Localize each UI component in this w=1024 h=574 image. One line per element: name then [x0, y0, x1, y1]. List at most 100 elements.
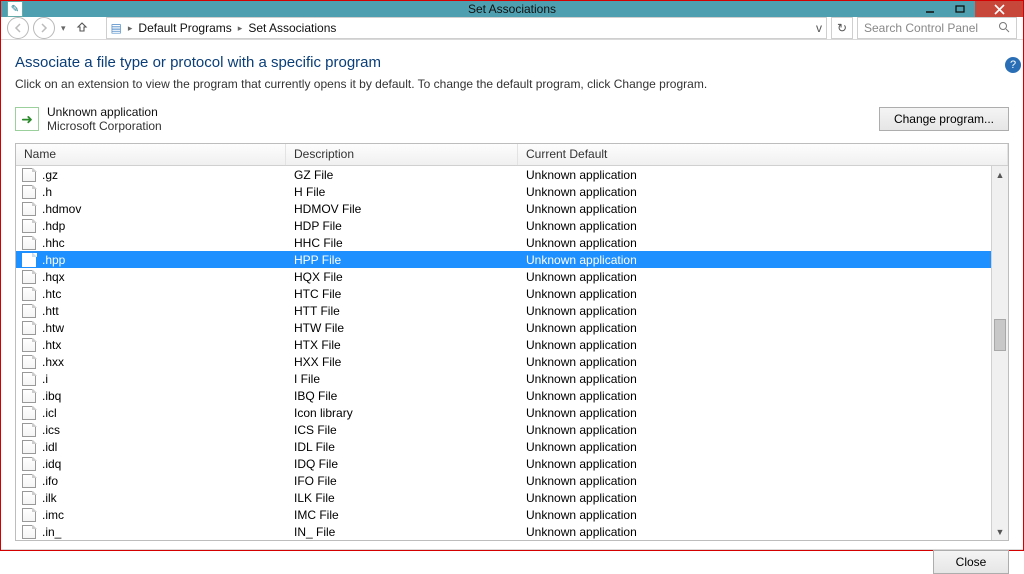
breadcrumb-default-programs[interactable]: Default Programs — [138, 21, 231, 35]
dialog-footer: Close — [1, 549, 1023, 574]
chevron-right-icon: ▸ — [128, 23, 133, 34]
page-content: Associate a file type or protocol with a… — [1, 40, 1023, 549]
history-dropdown-icon[interactable]: ▾ — [61, 23, 66, 34]
maximize-button[interactable] — [945, 1, 975, 17]
breadcrumb-set-associations[interactable]: Set Associations — [248, 21, 336, 35]
change-program-button[interactable]: Change program... — [879, 107, 1009, 131]
row-current-default: Unknown application — [518, 372, 991, 386]
row-description: IBQ File — [286, 389, 518, 403]
file-icon — [22, 355, 36, 369]
row-extension: .idq — [42, 457, 61, 471]
file-icon — [22, 219, 36, 233]
table-row[interactable]: .hdpHDP FileUnknown application — [16, 217, 991, 234]
file-icon — [22, 508, 36, 522]
minimize-button[interactable] — [915, 1, 945, 17]
row-description: HHC File — [286, 236, 518, 250]
scroll-track[interactable] — [992, 183, 1008, 523]
scroll-up-icon[interactable]: ▲ — [992, 166, 1008, 183]
row-current-default: Unknown application — [518, 304, 991, 318]
table-row[interactable]: .idqIDQ FileUnknown application — [16, 455, 991, 472]
file-icon — [22, 525, 36, 539]
page-subtext: Click on an extension to view the progra… — [15, 77, 1009, 91]
file-icon — [22, 491, 36, 505]
window-buttons — [915, 1, 1023, 17]
row-extension: .ilk — [42, 491, 57, 505]
row-description: IN_ File — [286, 525, 518, 539]
row-current-default: Unknown application — [518, 321, 991, 335]
column-description[interactable]: Description — [286, 144, 518, 165]
table-row[interactable]: .hdmovHDMOV FileUnknown application — [16, 200, 991, 217]
row-current-default: Unknown application — [518, 355, 991, 369]
table-row[interactable]: .hxxHXX FileUnknown application — [16, 353, 991, 370]
column-current-default[interactable]: Current Default — [518, 144, 1008, 165]
row-extension: .hhc — [42, 236, 65, 250]
row-current-default: Unknown application — [518, 508, 991, 522]
table-body[interactable]: .gzGZ FileUnknown application.hH FileUnk… — [16, 166, 991, 540]
row-description: HTW File — [286, 321, 518, 335]
table-row[interactable]: .gzGZ FileUnknown application — [16, 166, 991, 183]
row-current-default: Unknown application — [518, 440, 991, 454]
associations-table: Name Description Current Default .gzGZ F… — [15, 143, 1009, 541]
forward-button[interactable] — [33, 17, 55, 39]
close-dialog-button[interactable]: Close — [933, 550, 1009, 574]
row-extension: .i — [42, 372, 48, 386]
row-current-default: Unknown application — [518, 525, 991, 539]
row-extension: .gz — [42, 168, 58, 182]
scroll-thumb[interactable] — [994, 319, 1006, 351]
table-row[interactable]: .htcHTC FileUnknown application — [16, 285, 991, 302]
table-row[interactable]: .h H FileUnknown application — [16, 183, 991, 200]
table-row[interactable]: .in_IN_ FileUnknown application — [16, 523, 991, 540]
file-icon — [22, 372, 36, 386]
row-description: Icon library — [286, 406, 518, 420]
table-row[interactable]: .i I FileUnknown application — [16, 370, 991, 387]
table-row[interactable]: .httHTT FileUnknown application — [16, 302, 991, 319]
table-row[interactable]: .hppHPP FileUnknown application — [16, 251, 991, 268]
row-extension: .hpp — [42, 253, 65, 267]
titlebar[interactable]: ✎ Set Associations — [1, 1, 1023, 17]
system-menu-icon[interactable]: ✎ — [7, 1, 23, 17]
scroll-down-icon[interactable]: ▼ — [992, 523, 1008, 540]
address-bar[interactable]: ▤ ▸ Default Programs ▸ Set Associations … — [106, 17, 827, 39]
vertical-scrollbar[interactable]: ▲ ▼ — [991, 166, 1008, 540]
close-button[interactable] — [975, 1, 1023, 17]
row-current-default: Unknown application — [518, 423, 991, 437]
row-current-default: Unknown application — [518, 185, 991, 199]
row-description: HDMOV File — [286, 202, 518, 216]
table-row[interactable]: .htxHTX FileUnknown application — [16, 336, 991, 353]
row-description: HPP File — [286, 253, 518, 267]
file-icon — [22, 321, 36, 335]
table-row[interactable]: .ilkILK FileUnknown application — [16, 489, 991, 506]
back-button[interactable] — [7, 17, 29, 39]
control-panel-icon: ▤ — [111, 21, 122, 35]
row-current-default: Unknown application — [518, 406, 991, 420]
row-extension: .idl — [42, 440, 57, 454]
table-row[interactable]: .htwHTW FileUnknown application — [16, 319, 991, 336]
up-button[interactable] — [72, 21, 92, 36]
row-description: HQX File — [286, 270, 518, 284]
row-description: I File — [286, 372, 518, 386]
refresh-button[interactable]: ↻ — [831, 17, 853, 39]
selected-app-row: ➜ Unknown application Microsoft Corporat… — [15, 105, 1009, 133]
table-row[interactable]: .iclIcon libraryUnknown application — [16, 404, 991, 421]
table-row[interactable]: .ifoIFO FileUnknown application — [16, 472, 991, 489]
row-current-default: Unknown application — [518, 474, 991, 488]
table-row[interactable]: .hqxHQX FileUnknown application — [16, 268, 991, 285]
file-icon — [22, 185, 36, 199]
file-icon — [22, 270, 36, 284]
address-dropdown-icon[interactable]: v — [816, 21, 822, 35]
row-extension: .h — [42, 185, 52, 199]
row-extension: .ibq — [42, 389, 61, 403]
file-icon — [22, 236, 36, 250]
page-heading: Associate a file type or protocol with a… — [15, 54, 1009, 71]
table-row[interactable]: .idlIDL FileUnknown application — [16, 438, 991, 455]
row-current-default: Unknown application — [518, 491, 991, 505]
table-row[interactable]: .imcIMC FileUnknown application — [16, 506, 991, 523]
row-description: ICS File — [286, 423, 518, 437]
table-row[interactable]: .hhcHHC FileUnknown application — [16, 234, 991, 251]
row-extension: .hqx — [42, 270, 65, 284]
table-row[interactable]: .icsICS FileUnknown application — [16, 421, 991, 438]
search-input[interactable]: Search Control Panel — [857, 17, 1017, 39]
column-name[interactable]: Name — [16, 144, 286, 165]
row-description: H File — [286, 185, 518, 199]
table-row[interactable]: .ibqIBQ FileUnknown application — [16, 387, 991, 404]
